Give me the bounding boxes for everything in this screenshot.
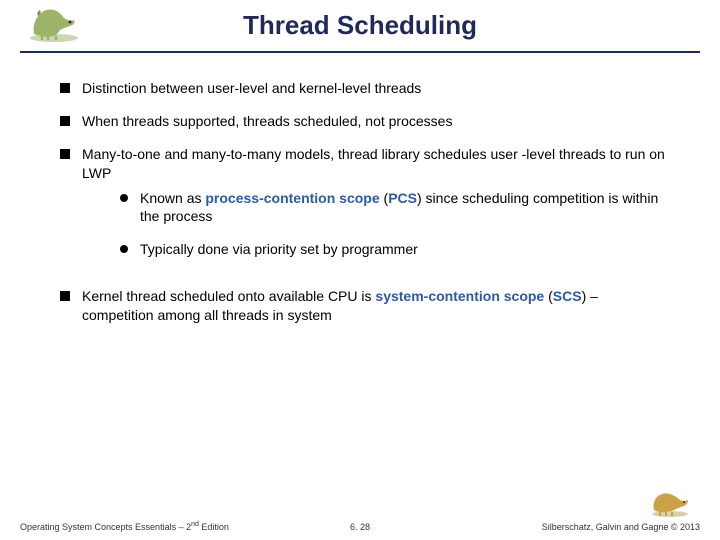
slide-footer: Operating System Concepts Essentials – 2…: [0, 521, 720, 532]
square-bullet-icon: [60, 149, 70, 159]
term-pcs-long: process-contention scope: [205, 190, 379, 206]
dinosaur-top-icon: [24, 2, 84, 44]
subbullet-text: Known as process-contention scope (PCS) …: [140, 189, 670, 227]
bullet-item: Kernel thread scheduled onto available C…: [60, 287, 670, 325]
term-pcs-short: PCS: [388, 190, 417, 206]
square-bullet-icon: [60, 291, 70, 301]
round-bullet-icon: [120, 194, 128, 202]
bullet-text: Kernel thread scheduled onto available C…: [82, 287, 670, 325]
bullet-item: Distinction between user-level and kerne…: [60, 79, 670, 98]
subbullet-text: Typically done via priority set by progr…: [140, 240, 418, 259]
bullet-text: Many-to-one and many-to-many models, thr…: [82, 146, 665, 181]
subbullet-item: Known as process-contention scope (PCS) …: [120, 189, 670, 227]
slide-title: Thread Scheduling: [20, 10, 700, 41]
subbullet-item: Typically done via priority set by progr…: [120, 240, 670, 259]
footer-left: Operating System Concepts Essentials – 2…: [20, 521, 247, 532]
term-scs-long: system-contention scope: [375, 288, 544, 304]
footer-page-number: 6. 28: [247, 522, 474, 532]
bullet-text: Distinction between user-level and kerne…: [82, 79, 421, 98]
bullet-item: When threads supported, threads schedule…: [60, 112, 670, 131]
bullet-item: Many-to-one and many-to-many models, thr…: [60, 145, 670, 273]
term-scs-short: SCS: [553, 288, 582, 304]
round-bullet-icon: [120, 245, 128, 253]
slide-content: Distinction between user-level and kerne…: [0, 53, 720, 325]
square-bullet-icon: [60, 116, 70, 126]
bullet-text: When threads supported, threads schedule…: [82, 112, 452, 131]
square-bullet-icon: [60, 83, 70, 93]
slide-header: Thread Scheduling: [0, 0, 720, 47]
dinosaur-bottom-icon: [648, 488, 692, 518]
footer-copyright: Silberschatz, Galvin and Gagne © 2013: [473, 522, 700, 532]
